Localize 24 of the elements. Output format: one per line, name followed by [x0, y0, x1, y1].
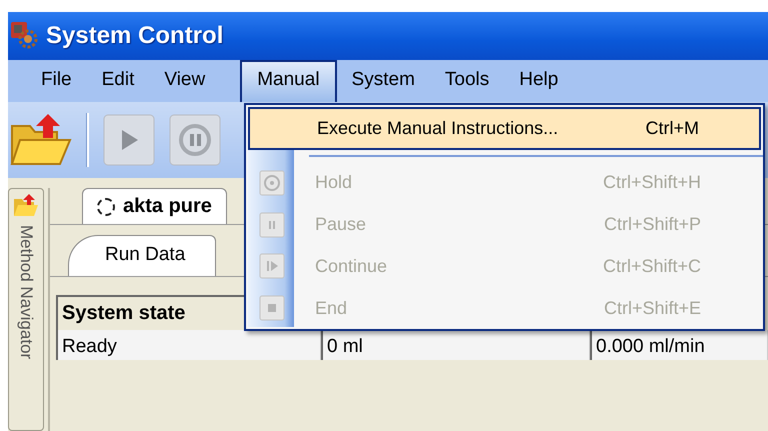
pause-icon	[259, 212, 285, 238]
stop-icon	[259, 295, 285, 322]
system-tab[interactable]: akta pure	[82, 188, 227, 224]
hold-icon	[259, 170, 285, 196]
view-tab[interactable]: Run Data	[68, 235, 216, 276]
menu-item[interactable]: View	[149, 60, 220, 102]
table-cell: 0 ml	[321, 330, 590, 360]
side-panel-label[interactable]: Method Navigator	[16, 225, 36, 360]
table-cell: Ready	[58, 330, 321, 360]
menu-item[interactable]: File	[26, 60, 87, 102]
run-icon[interactable]	[103, 114, 155, 166]
app-icon	[10, 21, 40, 51]
window-title: System Control	[46, 22, 224, 50]
menu-option[interactable]: Execute Manual Instructions... Ctrl+M	[248, 107, 761, 150]
open-folder-icon[interactable]	[10, 112, 72, 168]
continue-icon	[259, 253, 285, 280]
menu-item[interactable]: System	[336, 60, 430, 102]
menu-item[interactable]: Help	[504, 60, 574, 102]
menu-item[interactable]: Manual	[240, 60, 337, 102]
hold-icon[interactable]	[169, 114, 221, 166]
menu-item[interactable]: Edit	[86, 60, 150, 102]
table-cell: 0.000 ml/min	[590, 330, 768, 360]
menu-item[interactable]: Tools	[430, 60, 504, 102]
folder-icon[interactable]	[13, 193, 39, 217]
